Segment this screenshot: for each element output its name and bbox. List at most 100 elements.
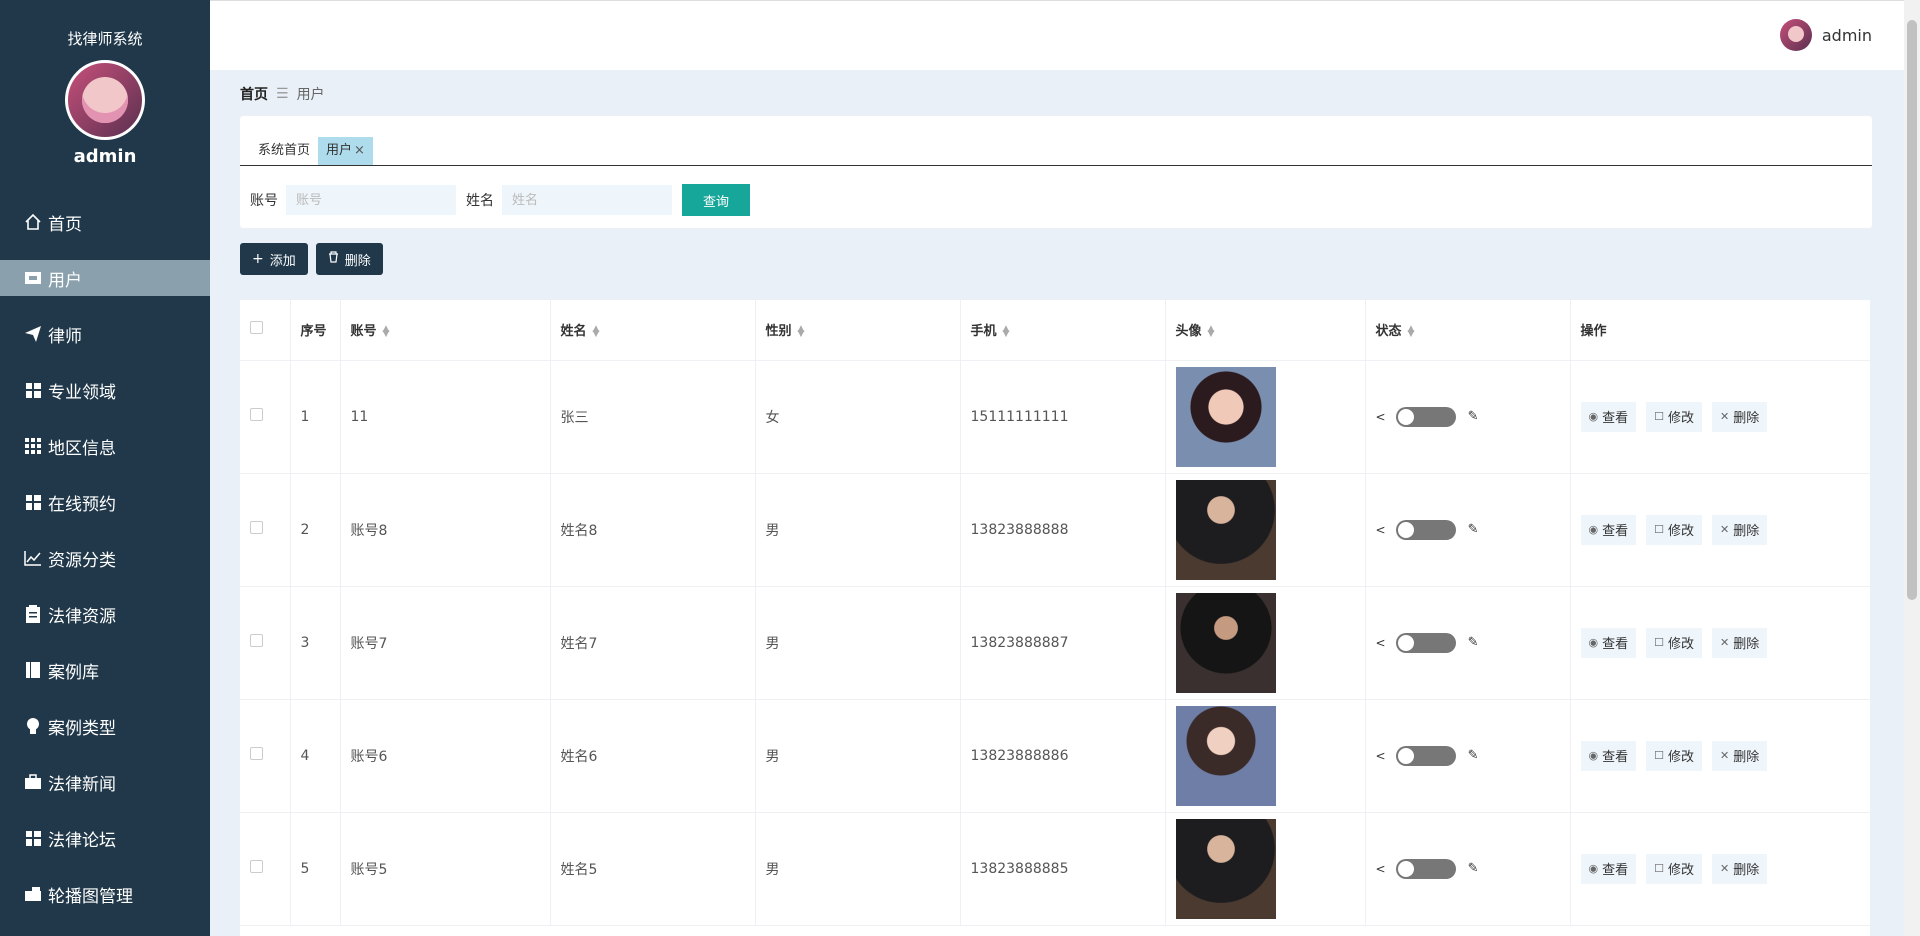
col-avatar[interactable]: 头像 ▲ ▼ bbox=[1165, 300, 1366, 361]
sidebar-item-region[interactable]: 地区信息 bbox=[0, 418, 210, 474]
col-account[interactable]: 账号 ▲ ▼ bbox=[340, 300, 551, 361]
sidebar-item-users[interactable]: 用户 bbox=[0, 260, 210, 296]
row-delete-button[interactable]: ✕ 删除 bbox=[1712, 514, 1768, 545]
sidebar-item-carousel[interactable]: 轮播图管理 bbox=[0, 866, 210, 922]
status-toggle[interactable] bbox=[1395, 632, 1456, 653]
status-toggle[interactable] bbox=[1395, 519, 1456, 540]
sort-icon[interactable]: ▲ ▼ bbox=[593, 324, 600, 338]
share-icon[interactable]: < bbox=[1376, 636, 1386, 650]
eye-icon: ◉ bbox=[1588, 862, 1599, 875]
cell-gender: 男 bbox=[755, 586, 961, 700]
cell-phone: 15111111111 bbox=[960, 360, 1166, 474]
delete-button[interactable]: 删除 bbox=[315, 243, 383, 275]
edit-button[interactable]: ☐ 修改 bbox=[1646, 401, 1703, 432]
pen-icon[interactable]: ✎ bbox=[1468, 635, 1479, 650]
cell-name: 张三 bbox=[550, 360, 756, 474]
query-button[interactable]: 查询 bbox=[682, 184, 750, 216]
edit-button[interactable]: ☐ 修改 bbox=[1646, 627, 1703, 658]
user-avatar-image[interactable] bbox=[1175, 592, 1276, 693]
status-toggle[interactable] bbox=[1395, 406, 1456, 427]
scrollbar-thumb[interactable] bbox=[1907, 20, 1917, 600]
user-avatar-image[interactable] bbox=[1175, 479, 1276, 580]
user-avatar-image[interactable] bbox=[1175, 366, 1276, 467]
row-checkbox[interactable] bbox=[250, 747, 263, 760]
close-icon[interactable]: × bbox=[354, 143, 365, 158]
user-avatar-image[interactable] bbox=[1175, 705, 1276, 806]
status-toggle[interactable] bbox=[1395, 745, 1456, 766]
sidebar-item-resource-category[interactable]: 资源分类 bbox=[0, 530, 210, 586]
cell-phone: 13823888888 bbox=[960, 473, 1166, 587]
cell-gender: 男 bbox=[755, 812, 961, 926]
sort-icon[interactable]: ▲ ▼ bbox=[1003, 324, 1010, 338]
row-delete-button[interactable]: ✕ 删除 bbox=[1712, 740, 1768, 771]
sidebar-item-legal-news[interactable]: 法律新闻 bbox=[0, 754, 210, 810]
sort-icon[interactable]: ▲ ▼ bbox=[1208, 324, 1215, 338]
edit-button[interactable]: ☐ 修改 bbox=[1646, 740, 1703, 771]
pen-icon[interactable]: ✎ bbox=[1468, 409, 1479, 424]
tab-system-home[interactable]: 系统首页 bbox=[250, 137, 318, 165]
sort-icon[interactable]: ▲ ▼ bbox=[1408, 324, 1415, 338]
header-user[interactable]: admin bbox=[1779, 19, 1872, 51]
row-checkbox[interactable] bbox=[250, 521, 263, 534]
edit-button[interactable]: ☐ 修改 bbox=[1646, 853, 1703, 884]
plus-icon: + bbox=[252, 251, 264, 267]
edit-icon: ☐ bbox=[1654, 410, 1664, 423]
page-scrollbar[interactable] bbox=[1904, 0, 1920, 936]
row-delete-button[interactable]: ✕ 删除 bbox=[1712, 853, 1768, 884]
view-button[interactable]: ◉ 查看 bbox=[1580, 627, 1637, 658]
row-checkbox[interactable] bbox=[250, 408, 263, 421]
share-icon[interactable]: < bbox=[1376, 523, 1386, 537]
edit-icon: ☐ bbox=[1654, 749, 1664, 762]
share-icon[interactable]: < bbox=[1376, 410, 1386, 424]
table-row: 1 11 张三 女 15111111111 < ✎ ◉ 查看 ☐ 修改 ✕ 删除 bbox=[240, 360, 1870, 474]
sidebar-item-home[interactable]: 首页 bbox=[0, 194, 210, 250]
view-button[interactable]: ◉ 查看 bbox=[1580, 740, 1637, 771]
sidebar-avatar bbox=[65, 60, 145, 140]
add-button[interactable]: + 添加 bbox=[240, 243, 308, 275]
name-input[interactable] bbox=[502, 185, 672, 215]
sidebar-item-case-library[interactable]: 案例库 bbox=[0, 642, 210, 698]
chart-line-icon bbox=[24, 549, 42, 567]
row-delete-button[interactable]: ✕ 删除 bbox=[1712, 401, 1768, 432]
cell-gender: 女 bbox=[755, 360, 961, 474]
view-button[interactable]: ◉ 查看 bbox=[1580, 401, 1637, 432]
edit-icon: ☐ bbox=[1654, 523, 1664, 536]
share-icon[interactable]: < bbox=[1376, 749, 1386, 763]
sidebar-item-case-type[interactable]: 案例类型 bbox=[0, 698, 210, 754]
sort-icon[interactable]: ▲ ▼ bbox=[383, 324, 390, 338]
pen-icon[interactable]: ✎ bbox=[1468, 748, 1479, 763]
sidebar-item-legal-resource[interactable]: 法律资源 bbox=[0, 586, 210, 642]
cell-gender: 男 bbox=[755, 699, 961, 813]
tab-users[interactable]: 用户 × bbox=[318, 137, 373, 165]
briefcase-icon bbox=[24, 773, 42, 791]
account-input[interactable] bbox=[286, 185, 456, 215]
col-phone[interactable]: 手机 ▲ ▼ bbox=[960, 300, 1166, 361]
pen-icon[interactable]: ✎ bbox=[1468, 861, 1479, 876]
row-checkbox[interactable] bbox=[250, 634, 263, 647]
table-row: 2 账号8 姓名8 男 13823888888 < ✎ ◉ 查看 ☐ 修改 ✕ 删除 bbox=[240, 473, 1870, 587]
view-button[interactable]: ◉ 查看 bbox=[1580, 853, 1637, 884]
sidebar-item-booking[interactable]: 在线预约 bbox=[0, 474, 210, 530]
sidebar-item-legal-forum[interactable]: 法律论坛 bbox=[0, 810, 210, 866]
user-avatar-image[interactable] bbox=[1175, 818, 1276, 919]
share-icon[interactable]: < bbox=[1376, 862, 1386, 876]
sidebar-item-lawyer[interactable]: 律师 bbox=[0, 306, 210, 362]
col-index: 序号 bbox=[290, 300, 341, 361]
table-header: 序号 账号 ▲ ▼ 姓名 ▲ ▼ 性别 ▲ ▼ 手机 ▲ ▼ 头像 ▲ ▼ 状态 ▲ ▼ 操作 bbox=[240, 300, 1870, 361]
sidebar-item-specialty[interactable]: 专业领域 bbox=[0, 362, 210, 418]
cell-account: 11 bbox=[340, 360, 551, 474]
cell-name: 姓名8 bbox=[550, 473, 756, 587]
col-gender[interactable]: 性别 ▲ ▼ bbox=[755, 300, 961, 361]
edit-button[interactable]: ☐ 修改 bbox=[1646, 514, 1703, 545]
status-toggle[interactable] bbox=[1395, 858, 1456, 879]
select-all-checkbox[interactable] bbox=[250, 321, 263, 335]
row-checkbox[interactable] bbox=[250, 860, 263, 873]
top-header: admin bbox=[210, 0, 1904, 70]
col-name[interactable]: 姓名 ▲ ▼ bbox=[550, 300, 756, 361]
view-button[interactable]: ◉ 查看 bbox=[1580, 514, 1637, 545]
col-status[interactable]: 状态 ▲ ▼ bbox=[1365, 300, 1571, 361]
breadcrumb-home[interactable]: 首页 bbox=[240, 84, 268, 104]
sort-icon[interactable]: ▲ ▼ bbox=[798, 324, 805, 338]
pen-icon[interactable]: ✎ bbox=[1468, 522, 1479, 537]
row-delete-button[interactable]: ✕ 删除 bbox=[1712, 627, 1768, 658]
